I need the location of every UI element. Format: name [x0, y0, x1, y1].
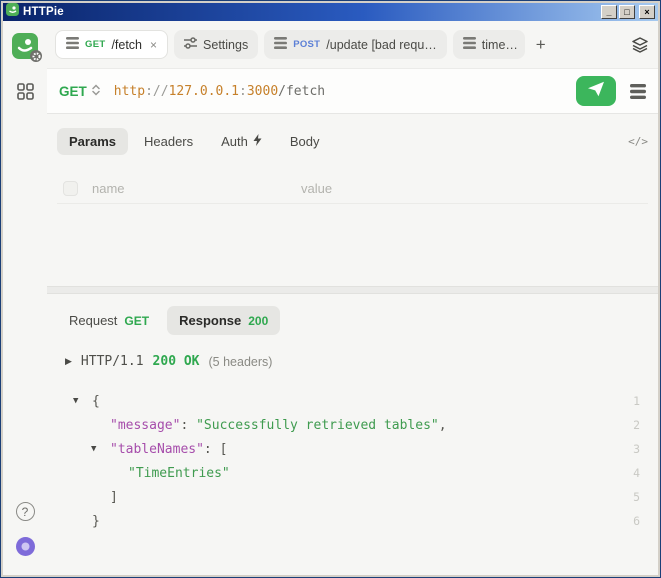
code-view-toggle[interactable]: </> — [628, 135, 648, 148]
tab-label: /fetch — [111, 38, 142, 52]
maximize-button[interactable]: □ — [619, 5, 635, 19]
request-response-tabs: Request GET Response 200 — [57, 304, 648, 336]
chevron-updown-icon — [92, 84, 100, 99]
tab-bar: GET /fetch × Settings POST /update [bad … — [47, 21, 658, 68]
response-status-line[interactable]: ▶ HTTP/1.1 200 OK (5 headers) — [57, 354, 648, 369]
param-value-input[interactable] — [301, 181, 642, 196]
status-code: 200 OK — [153, 354, 200, 369]
collapse-arrow-icon[interactable]: ▼ — [91, 444, 110, 454]
headers-count: (5 headers) — [209, 355, 273, 369]
json-line: ▼ "tableNames": [ 3 — [57, 437, 648, 461]
json-line: ▼ { 1 — [57, 389, 648, 413]
workspace-grid-icon[interactable] — [17, 83, 34, 105]
tab-close-icon[interactable]: × — [150, 38, 157, 52]
line-number: 4 — [620, 466, 640, 480]
line-number: 5 — [620, 490, 640, 504]
tab-label: time… — [482, 38, 518, 52]
collapse-arrow-icon[interactable]: ▼ — [73, 396, 92, 406]
tab-params[interactable]: Params — [57, 128, 128, 155]
response-body-json: ▼ { 1 ▼ "message": "Successfully retriev… — [57, 389, 648, 533]
help-button[interactable]: ? — [16, 502, 35, 521]
tab-post-update[interactable]: POST /update [bad requ… — [264, 30, 447, 59]
tab-method: GET — [85, 39, 105, 50]
param-name-input[interactable] — [92, 181, 287, 196]
window-title: HTTPie — [23, 6, 64, 18]
line-number: 3 — [620, 442, 640, 456]
method-dropdown[interactable]: GET — [57, 84, 102, 99]
tab-label: /update [bad requ… — [326, 38, 437, 52]
response-panel: Request GET Response 200 ▶ HTTP/1.1 200 … — [47, 294, 658, 575]
sliders-icon — [184, 37, 197, 52]
line-number: 2 — [620, 418, 640, 432]
params-row — [57, 174, 648, 204]
gear-icon[interactable] — [30, 50, 42, 62]
request-section-tabs: Params Headers Auth Body </> — [57, 126, 648, 156]
tab-get-fetch[interactable]: GET /fetch × — [55, 30, 168, 59]
json-line: ▼ "TimeEntries" 4 — [57, 461, 648, 485]
tab-time[interactable]: time… — [453, 30, 525, 59]
layers-icon[interactable] — [632, 37, 648, 53]
new-tab-button[interactable]: + — [531, 35, 551, 55]
user-avatar[interactable] — [16, 537, 35, 561]
collection-stack-icon — [463, 37, 476, 52]
minimize-button[interactable]: _ — [601, 5, 617, 19]
sidebar: ? — [3, 21, 47, 575]
expand-arrow-icon[interactable]: ▶ — [65, 356, 72, 367]
method-label: GET — [59, 84, 87, 99]
tab-label: Settings — [203, 38, 248, 52]
json-line: ▼ "message": "Successfully retrieved tab… — [57, 413, 648, 437]
lightning-bolt-icon — [253, 134, 262, 149]
url-input[interactable]: http://127.0.0.1:3000/fetch — [114, 84, 564, 99]
collections-stack-icon[interactable] — [628, 84, 648, 99]
tab-request[interactable]: Request GET — [57, 306, 161, 335]
tab-response[interactable]: Response 200 — [167, 306, 280, 335]
pane-divider[interactable] — [47, 286, 658, 294]
tab-headers[interactable]: Headers — [132, 128, 205, 155]
app-icon — [6, 3, 19, 21]
send-button[interactable] — [576, 76, 616, 106]
tab-method: POST — [293, 39, 320, 50]
param-checkbox[interactable] — [63, 181, 78, 196]
line-number: 1 — [620, 394, 640, 408]
collection-stack-icon — [66, 37, 79, 52]
collection-stack-icon — [274, 37, 287, 52]
tab-auth[interactable]: Auth — [209, 128, 274, 155]
app-body: ? GET /fetch × Settings — [3, 21, 658, 575]
http-version: HTTP/1.1 — [81, 354, 144, 369]
close-button[interactable]: × — [639, 5, 655, 19]
request-url-bar: GET http://127.0.0.1:3000/fetch — [47, 68, 658, 114]
titlebar[interactable]: HTTPie _ □ × — [3, 3, 658, 21]
tab-body[interactable]: Body — [278, 128, 332, 155]
json-line: ▼ ] 5 — [57, 485, 648, 509]
request-editor: Params Headers Auth Body </> — [47, 114, 658, 286]
json-line: ▼ } 6 — [57, 509, 648, 533]
tab-settings[interactable]: Settings — [174, 30, 258, 59]
app-window: HTTPie _ □ × ? — [0, 0, 661, 578]
httpie-logo — [12, 33, 38, 59]
main-panel: GET /fetch × Settings POST /update [bad … — [47, 21, 658, 575]
line-number: 6 — [620, 514, 640, 528]
paper-plane-icon — [587, 81, 605, 102]
